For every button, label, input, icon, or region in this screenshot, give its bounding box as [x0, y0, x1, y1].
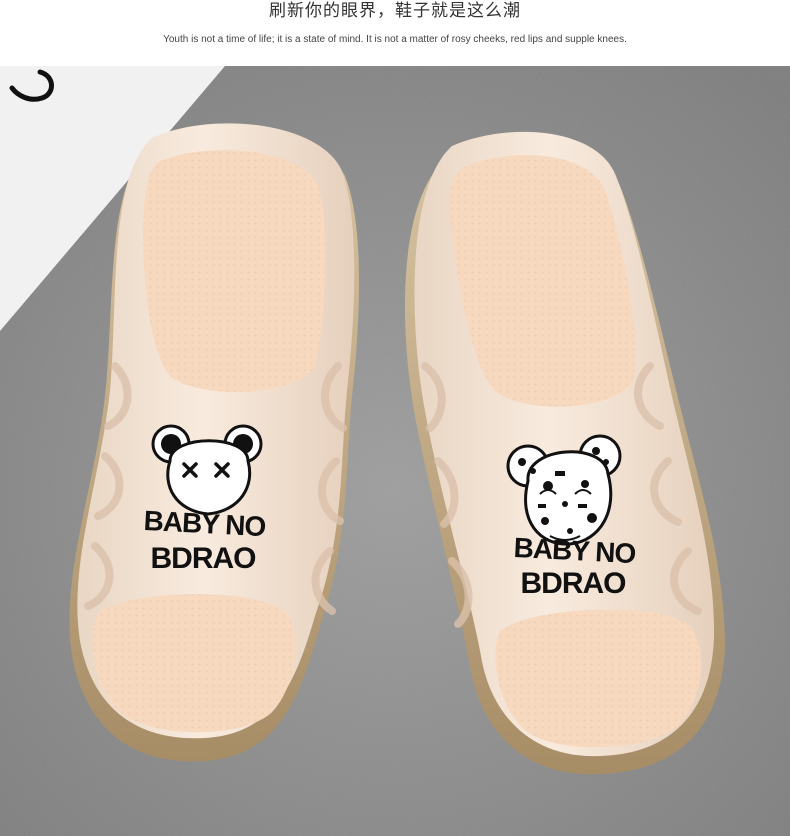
- banner-subtitle: Youth is not a time of life; it is a sta…: [163, 34, 627, 45]
- banner-header: 刷新你的眼界，鞋子就是这么潮 Youth is not a time of li…: [0, 0, 790, 66]
- left-print-line2: BDRAO: [151, 542, 257, 575]
- product-photo: BABY NO BDRAO BABY NO BDRAO: [0, 66, 790, 836]
- right-print-line1: BABY NO: [513, 532, 636, 569]
- banner-title: 刷新你的眼界，鞋子就是这么潮: [269, 1, 521, 21]
- left-print-line1: BABY NO: [143, 505, 266, 542]
- right-print-line2: BDRAO: [521, 567, 627, 600]
